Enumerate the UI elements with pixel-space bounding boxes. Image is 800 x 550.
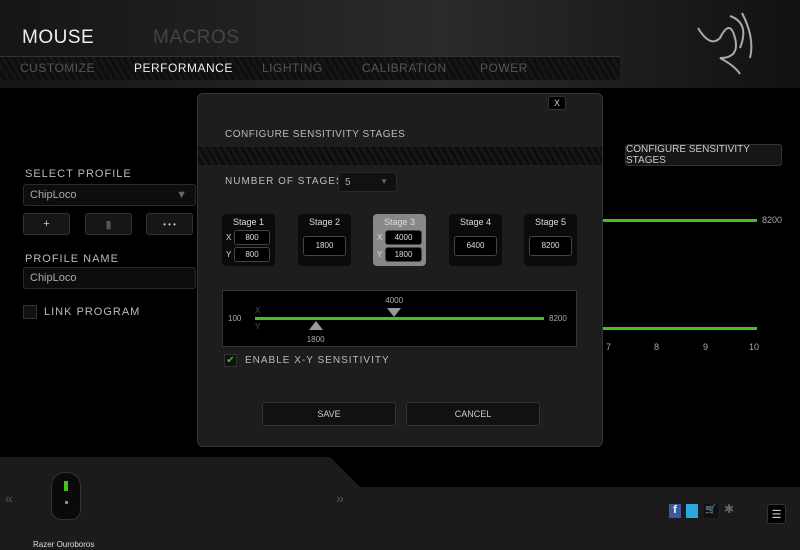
stage-3[interactable]: Stage 3 X 4000 Y 1800	[373, 214, 426, 266]
tab-macros[interactable]: MACROS	[153, 27, 239, 49]
axis-tick: 10	[749, 342, 760, 352]
configure-sensitivity-button[interactable]: CONFIGURE SENSITIVITY STAGES	[625, 144, 782, 166]
axis-tick: 9	[703, 342, 709, 352]
chevron-down-icon: ▼	[380, 177, 388, 186]
num-stages-dropdown[interactable]: 5 ▼	[338, 172, 397, 192]
tab-mouse[interactable]: MOUSE	[22, 27, 94, 49]
razer-icon[interactable]: ✱	[724, 502, 734, 516]
subtab-performance[interactable]: PERFORMANCE	[134, 61, 233, 75]
subtab-customize[interactable]: CUSTOMIZE	[20, 61, 95, 75]
max-label: 8200	[762, 215, 783, 225]
close-button[interactable]: X	[548, 96, 566, 110]
link-program-checkbox[interactable]	[23, 305, 37, 319]
curve-bar	[603, 327, 757, 330]
stage-value-input[interactable]: 6400	[454, 236, 497, 256]
device-name: Razer Ouroboros	[33, 540, 95, 549]
stage-1[interactable]: Stage 1 X 800 Y 800	[222, 214, 275, 266]
stage-2[interactable]: Stage 2 1800	[298, 214, 351, 266]
check-icon: ✔	[226, 355, 235, 366]
x-axis-label: X	[255, 306, 261, 315]
save-button[interactable]: SAVE	[262, 402, 396, 426]
slider-min: 100	[228, 314, 242, 323]
slider-track[interactable]	[255, 317, 544, 320]
profile-name-input[interactable]: ChipLoco	[23, 267, 196, 289]
cart-icon[interactable]: 🛒	[704, 504, 718, 518]
stage-name: Stage 2	[308, 217, 341, 227]
trash-icon: ▮	[105, 218, 112, 231]
stage-value-input[interactable]: 1800	[303, 236, 346, 256]
twitter-icon[interactable]	[686, 504, 698, 518]
stage-name: Stage 4	[459, 217, 492, 227]
axis-tick: 7	[606, 342, 612, 352]
more-button[interactable]: • • •	[146, 213, 193, 235]
delete-profile-button[interactable]: ▮	[85, 213, 132, 235]
stage-name: Stage 3	[383, 217, 416, 227]
y-axis-label: Y	[255, 322, 261, 331]
slider-max: 8200	[549, 314, 567, 323]
chevron-down-icon: ▼	[176, 189, 187, 201]
stage-name: Stage 1	[232, 217, 265, 227]
next-device-button[interactable]: »	[336, 490, 344, 506]
link-program-label: LINK PROGRAM	[44, 306, 141, 318]
facebook-icon[interactable]: f	[669, 504, 681, 518]
mouse-image[interactable]	[51, 472, 81, 520]
stage-bar	[603, 219, 757, 222]
axis-tick: 8	[654, 342, 660, 352]
x-slider-handle[interactable]	[387, 308, 402, 317]
stage-5[interactable]: Stage 5 8200	[524, 214, 577, 266]
stage-x-input[interactable]: 800	[234, 230, 270, 245]
num-stages-label: NUMBER OF STAGES	[225, 176, 344, 187]
enable-xy-label: ENABLE X-Y SENSITIVITY	[245, 355, 390, 366]
subtab-calibration[interactable]: CALIBRATION	[362, 61, 447, 75]
select-profile-label: SELECT PROFILE	[25, 168, 132, 180]
stage-name: Stage 5	[534, 217, 567, 227]
cancel-button[interactable]: CANCEL	[406, 402, 540, 426]
subtab-lighting[interactable]: LIGHTING	[262, 61, 323, 75]
x-slider-value: 4000	[385, 296, 404, 305]
stage-value-input[interactable]: 8200	[529, 236, 572, 256]
subtab-power[interactable]: POWER	[480, 61, 528, 75]
y-slider-handle[interactable]	[308, 321, 323, 330]
profile-name-label: PROFILE NAME	[25, 253, 119, 265]
stage-4[interactable]: Stage 4 6400	[449, 214, 502, 266]
num-stages-value: 5	[345, 177, 351, 188]
dialog-title: CONFIGURE SENSITIVITY STAGES	[225, 129, 406, 140]
menu-icon: ☰	[771, 508, 782, 521]
y-slider-value: 1800	[306, 335, 325, 344]
add-profile-button[interactable]: +	[23, 213, 70, 235]
menu-button[interactable]: ☰	[767, 504, 786, 524]
stage-x-input[interactable]: 4000	[385, 230, 422, 245]
razer-logo-icon	[697, 12, 753, 75]
profile-value: ChipLoco	[30, 189, 77, 201]
stage-y-input[interactable]: 800	[234, 247, 270, 262]
enable-xy-checkbox[interactable]: ✔	[224, 354, 237, 367]
dialog-divider	[198, 147, 602, 165]
stage-y-input[interactable]: 1800	[385, 247, 422, 262]
profile-dropdown[interactable]: ChipLoco ▼	[23, 184, 196, 206]
prev-device-button[interactable]: «	[5, 490, 13, 506]
